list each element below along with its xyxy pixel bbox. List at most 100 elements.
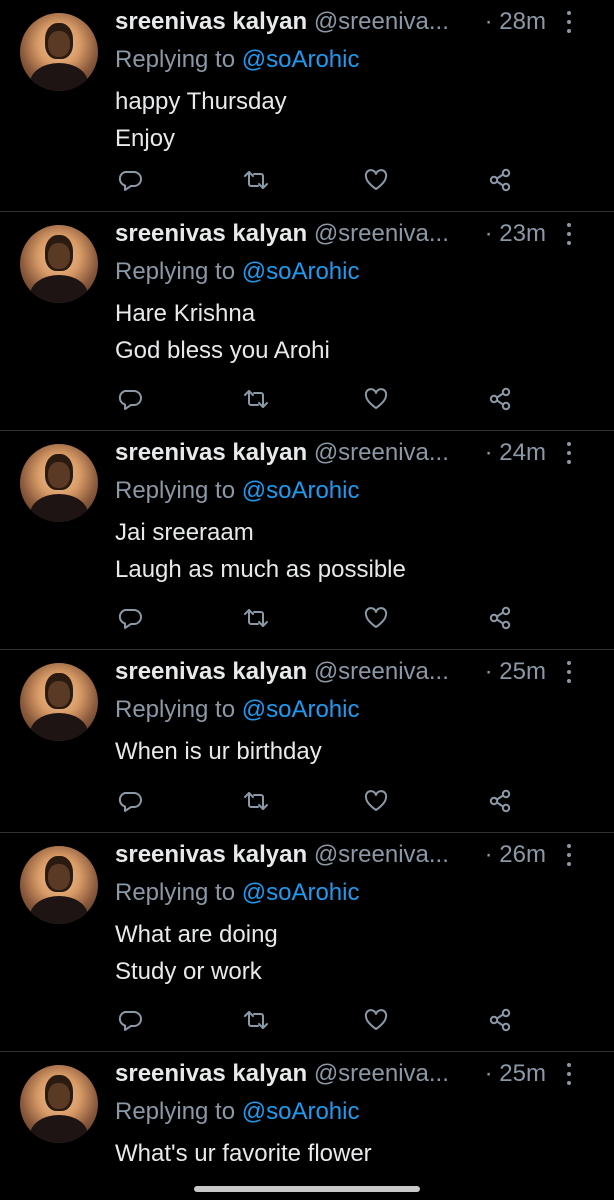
timestamp[interactable]: · 25m: [485, 658, 546, 686]
more-vertical-icon[interactable]: [566, 1063, 572, 1087]
share-icon[interactable]: [486, 385, 514, 413]
tweet-text-line: Laugh as much as possible: [115, 556, 406, 583]
action-bar: [0, 787, 614, 815]
reply-icon[interactable]: [116, 166, 144, 194]
tweet-text-line: happy Thursday: [115, 88, 287, 115]
tweet-text: When is ur birthday: [115, 733, 322, 770]
action-bar: [0, 604, 614, 632]
more-vertical-icon[interactable]: [566, 844, 572, 868]
tweet-header: sreenivas kalyan @sreeniva... · 23m: [115, 220, 594, 250]
replying-to-label: Replying to: [115, 696, 236, 723]
avatar[interactable]: [20, 663, 98, 741]
tweet-text-line: Hare Krishna: [115, 300, 256, 327]
timestamp[interactable]: · 28m: [485, 8, 546, 36]
tweet-text: Hare Krishna God bless you Arohi: [115, 295, 330, 369]
tweet-text-line: Study or work: [115, 958, 262, 985]
avatar[interactable]: [20, 846, 98, 924]
share-icon[interactable]: [486, 166, 514, 194]
mention-link[interactable]: @soArohic: [242, 1098, 360, 1125]
timestamp[interactable]: · 25m: [485, 1060, 546, 1088]
more-vertical-icon[interactable]: [566, 11, 572, 35]
more-vertical-icon[interactable]: [566, 442, 572, 466]
replying-to: Replying to @soArohic: [115, 696, 360, 724]
action-bar: [0, 1006, 614, 1034]
display-name[interactable]: sreenivas kalyan: [115, 439, 307, 466]
retweet-icon[interactable]: [242, 787, 270, 815]
mention-link[interactable]: @soArohic: [242, 258, 360, 285]
tweet[interactable]: sreenivas kalyan @sreeniva... · 23m Replyi…: [0, 212, 614, 431]
display-name[interactable]: sreenivas kalyan: [115, 220, 307, 247]
tweet-text-line: Enjoy: [115, 125, 176, 152]
tweet-header: sreenivas kalyan @sreeniva... · 25m: [115, 658, 594, 688]
timestamp[interactable]: · 26m: [485, 841, 546, 869]
replying-to-label: Replying to: [115, 258, 236, 285]
tweet-text: Jai sreeraam Laugh as much as possible: [115, 514, 406, 588]
timestamp[interactable]: · 24m: [485, 439, 546, 467]
share-icon[interactable]: [486, 1006, 514, 1034]
user-handle[interactable]: @sreeniva...: [314, 1060, 449, 1087]
retweet-icon[interactable]: [242, 166, 270, 194]
reply-icon[interactable]: [116, 385, 144, 413]
tweet[interactable]: sreenivas kalyan @sreeniva... · 25m Replyi…: [0, 650, 614, 833]
tweet[interactable]: sreenivas kalyan @sreeniva... · 24m Replyi…: [0, 431, 614, 650]
tweet-header: sreenivas kalyan @sreeniva... · 28m: [115, 8, 594, 38]
display-name[interactable]: sreenivas kalyan: [115, 658, 307, 685]
retweet-icon[interactable]: [242, 1006, 270, 1034]
avatar[interactable]: [20, 1065, 98, 1143]
avatar[interactable]: [20, 13, 98, 91]
home-indicator[interactable]: [194, 1186, 420, 1192]
replying-to-label: Replying to: [115, 1098, 236, 1125]
mention-link[interactable]: @soArohic: [242, 477, 360, 504]
replying-to: Replying to @soArohic: [115, 477, 360, 505]
like-icon[interactable]: [362, 385, 390, 413]
timestamp[interactable]: · 23m: [485, 220, 546, 248]
like-icon[interactable]: [362, 166, 390, 194]
like-icon[interactable]: [362, 787, 390, 815]
tweet[interactable]: sreenivas kalyan @sreeniva... · 28m Replyi…: [0, 0, 614, 212]
tweet-text-line: Jai sreeraam: [115, 519, 254, 546]
mention-link[interactable]: @soArohic: [242, 879, 360, 906]
mention-link[interactable]: @soArohic: [242, 696, 360, 723]
replying-to-label: Replying to: [115, 879, 236, 906]
tweet-header: sreenivas kalyan @sreeniva... · 25m: [115, 1060, 594, 1090]
like-icon[interactable]: [362, 604, 390, 632]
replying-to: Replying to @soArohic: [115, 1098, 360, 1126]
user-handle[interactable]: @sreeniva...: [314, 8, 449, 35]
retweet-icon[interactable]: [242, 604, 270, 632]
reply-icon[interactable]: [116, 1006, 144, 1034]
mention-link[interactable]: @soArohic: [242, 46, 360, 73]
tweet-header: sreenivas kalyan @sreeniva... · 24m: [115, 439, 594, 469]
reply-feed: sreenivas kalyan @sreeniva... · 28m Replyi…: [0, 0, 614, 1200]
tweet[interactable]: sreenivas kalyan @sreeniva... · 26m Replyi…: [0, 833, 614, 1052]
like-icon[interactable]: [362, 1006, 390, 1034]
display-name[interactable]: sreenivas kalyan: [115, 1060, 307, 1087]
avatar[interactable]: [20, 225, 98, 303]
tweet-text: happy Thursday Enjoy: [115, 83, 287, 157]
share-icon[interactable]: [486, 787, 514, 815]
replying-to-label: Replying to: [115, 477, 236, 504]
replying-to-label: Replying to: [115, 46, 236, 73]
display-name[interactable]: sreenivas kalyan: [115, 8, 307, 35]
user-handle[interactable]: @sreeniva...: [314, 439, 449, 466]
retweet-icon[interactable]: [242, 385, 270, 413]
more-vertical-icon[interactable]: [566, 661, 572, 685]
tweet-text-line: When is ur birthday: [115, 738, 322, 765]
tweet[interactable]: sreenivas kalyan @sreeniva... · 25m Replyi…: [0, 1052, 614, 1200]
share-icon[interactable]: [486, 604, 514, 632]
avatar[interactable]: [20, 444, 98, 522]
tweet-text-line: What are doing: [115, 921, 278, 948]
reply-icon[interactable]: [116, 787, 144, 815]
user-handle[interactable]: @sreeniva...: [314, 841, 449, 868]
tweet-text-line: God bless you Arohi: [115, 337, 330, 364]
tweet-text: What are doing Study or work: [115, 916, 278, 990]
replying-to: Replying to @soArohic: [115, 879, 360, 907]
reply-icon[interactable]: [116, 604, 144, 632]
user-handle[interactable]: @sreeniva...: [314, 658, 449, 685]
display-name[interactable]: sreenivas kalyan: [115, 841, 307, 868]
more-vertical-icon[interactable]: [566, 223, 572, 247]
tweet-header: sreenivas kalyan @sreeniva... · 26m: [115, 841, 594, 871]
replying-to: Replying to @soArohic: [115, 258, 360, 286]
replying-to: Replying to @soArohic: [115, 46, 360, 74]
user-handle[interactable]: @sreeniva...: [314, 220, 449, 247]
action-bar: [0, 166, 614, 194]
